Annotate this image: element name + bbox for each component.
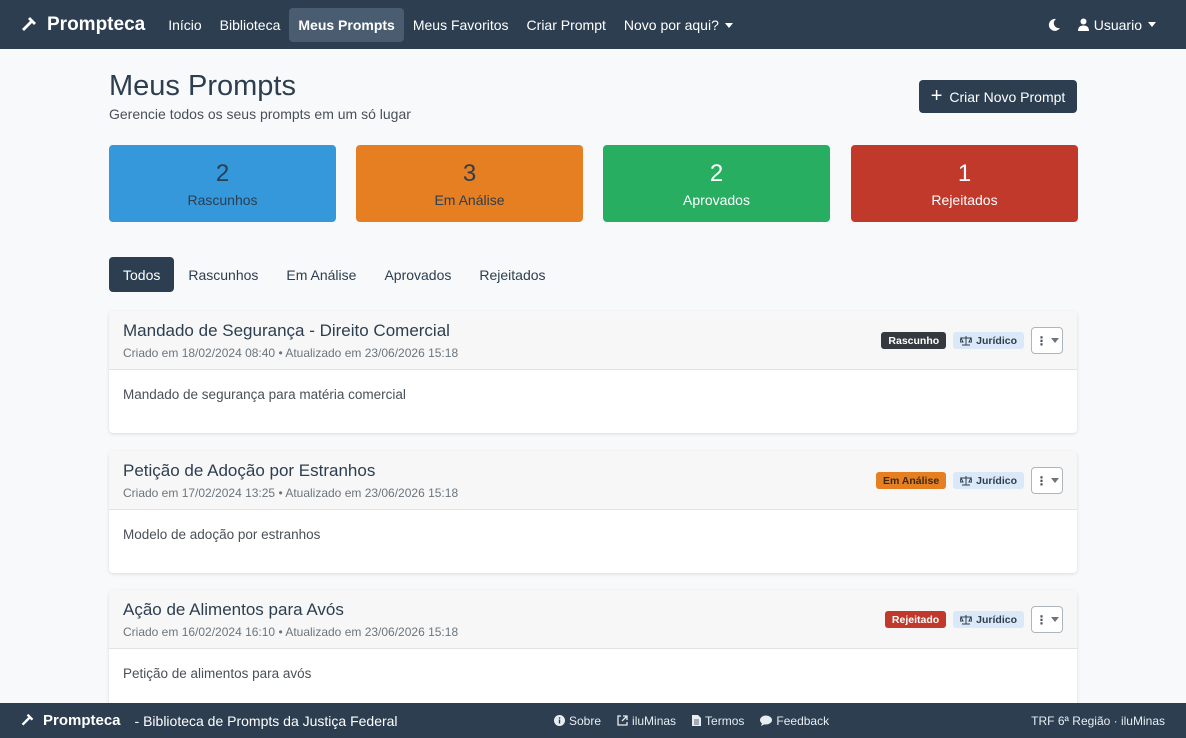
footer-link-label: Sobre — [569, 713, 602, 728]
stat-card-review: 3 Em Análise — [356, 145, 583, 222]
footer-link-label: Termos — [705, 713, 745, 728]
prompt-dates: Criado em 16/02/2024 16:10 • Atualizado … — [123, 625, 459, 639]
category-label: Jurídico — [976, 474, 1017, 487]
chevron-down-icon — [1050, 478, 1059, 483]
stat-label: Em Análise — [434, 192, 505, 208]
nav-inicio[interactable]: Início — [159, 8, 210, 42]
stat-value: 2 — [215, 160, 230, 187]
chevron-down-icon — [1050, 617, 1059, 622]
chevron-down-icon — [1050, 338, 1059, 343]
stat-label: Rejeitados — [931, 192, 998, 208]
hammer-icon — [21, 713, 34, 726]
chevron-down-icon — [1148, 22, 1156, 27]
document-icon — [692, 715, 702, 726]
plus-icon: + — [930, 84, 943, 107]
prompt-title[interactable]: Petição de Adoção por Estranhos — [123, 461, 375, 481]
footer-brand[interactable]: Prompteca — [20, 712, 121, 729]
footer-credits: TRF 6ª Região · iluMinas — [1031, 713, 1165, 728]
nav-biblioteca[interactable]: Biblioteca — [211, 8, 290, 42]
footer-link-sobre[interactable]: Sobre — [554, 714, 601, 728]
top-navbar: Prompteca Início Biblioteca Meus Prompts… — [0, 0, 1186, 49]
prompt-card: Ação de Alimentos para Avós Criado em 16… — [109, 590, 1077, 712]
footer-bar: Prompteca - Biblioteca de Prompts da Jus… — [0, 703, 1186, 738]
status-tabs: Todos Rascunhos Em Análise Aprovados Rej… — [109, 257, 560, 292]
page-title: Meus Prompts — [109, 70, 296, 102]
scale-icon — [960, 614, 973, 624]
prompt-title[interactable]: Ação de Alimentos para Avós — [123, 600, 344, 620]
nav-criar-prompt[interactable]: Criar Prompt — [518, 8, 615, 42]
prompt-card: Mandado de Segurança - Direito Comercial… — [109, 311, 1077, 433]
prompt-description: Mandado de segurança para matéria comerc… — [123, 387, 406, 402]
prompt-actions-dropdown[interactable]: ⋮ — [1031, 327, 1063, 354]
more-vertical-icon: ⋮ — [1035, 473, 1048, 488]
stat-card-drafts: 2 Rascunhos — [109, 145, 336, 222]
prompt-actions-dropdown[interactable]: ⋮ — [1031, 606, 1063, 633]
footer-link-ilumin[interactable]: iluMinas — [617, 714, 676, 728]
stat-label: Rascunhos — [187, 192, 258, 208]
status-badge: Rejeitado — [884, 611, 947, 628]
prompt-actions-dropdown[interactable]: ⋮ — [1031, 467, 1063, 494]
footer-tagline: - Biblioteca de Prompts da Justiça Feder… — [134, 712, 398, 729]
stat-card-rejected: 1 Rejeitados — [851, 145, 1078, 222]
user-menu-dropdown[interactable]: Usuario — [1077, 17, 1166, 33]
chevron-down-icon — [724, 23, 733, 29]
nav-meus-favoritos[interactable]: Meus Favoritos — [404, 8, 518, 42]
create-button-label: Criar Novo Prompt — [949, 88, 1066, 105]
brand-name: Prompteca — [47, 13, 146, 35]
tab-rascunhos[interactable]: Rascunhos — [174, 257, 272, 292]
nav-novo-por-aqui-dropdown[interactable]: Novo por aqui? — [615, 8, 742, 42]
info-icon — [554, 715, 565, 726]
tab-todos[interactable]: Todos — [109, 257, 175, 292]
create-new-prompt-button[interactable]: + Criar Novo Prompt — [919, 80, 1077, 113]
category-label: Jurídico — [976, 613, 1017, 626]
prompt-card-header: Mandado de Segurança - Direito Comercial… — [109, 311, 1077, 370]
prompt-dates: Criado em 18/02/2024 08:40 • Atualizado … — [123, 346, 459, 360]
more-vertical-icon: ⋮ — [1035, 612, 1048, 627]
stat-label: Aprovados — [683, 192, 750, 208]
more-vertical-icon: ⋮ — [1035, 333, 1048, 348]
tab-em-analise[interactable]: Em Análise — [272, 257, 370, 292]
footer-link-feedback[interactable]: Feedback — [760, 714, 829, 728]
tab-aprovados[interactable]: Aprovados — [370, 257, 465, 292]
footer-link-termos[interactable]: Termos — [692, 714, 744, 728]
user-name: Usuario — [1093, 16, 1142, 33]
footer-link-label: iluMinas — [632, 713, 677, 728]
prompt-card-header: Ação de Alimentos para Avós Criado em 16… — [109, 590, 1077, 649]
tab-rejeitados[interactable]: Rejeitados — [465, 257, 559, 292]
stat-value: 1 — [957, 160, 972, 187]
brand-link[interactable]: Prompteca — [20, 14, 145, 36]
scale-icon — [960, 335, 973, 345]
nav-novo-label: Novo por aqui? — [623, 16, 719, 33]
status-badge: Em Análise — [875, 472, 947, 489]
prompt-card: Petição de Adoção por Estranhos Criado e… — [109, 451, 1077, 573]
category-badge: Jurídico — [953, 332, 1024, 349]
stat-card-approved: 2 Aprovados — [603, 145, 830, 222]
nav-meus-prompts[interactable]: Meus Prompts — [289, 7, 404, 42]
dark-mode-toggle[interactable] — [1047, 18, 1061, 32]
category-badge: Jurídico — [953, 472, 1024, 489]
prompt-title[interactable]: Mandado de Segurança - Direito Comercial — [123, 321, 450, 341]
prompt-card-header: Petição de Adoção por Estranhos Criado e… — [109, 451, 1077, 510]
prompt-description: Modelo de adoção por estranhos — [123, 527, 321, 542]
footer-link-label: Feedback — [776, 713, 830, 728]
footer-brand-name: Prompteca — [43, 712, 121, 729]
category-badge: Jurídico — [953, 611, 1024, 628]
user-icon — [1077, 18, 1089, 31]
scale-icon — [960, 475, 973, 485]
hammer-icon — [22, 16, 36, 31]
status-badge: Rascunho — [881, 332, 947, 349]
moon-icon — [1048, 18, 1060, 31]
stat-value: 3 — [462, 160, 477, 187]
stat-value: 2 — [709, 160, 724, 187]
category-label: Jurídico — [976, 334, 1017, 347]
comment-icon — [760, 715, 773, 726]
external-link-icon — [617, 715, 628, 726]
page-subtitle: Gerencie todos os seus prompts em um só … — [109, 106, 411, 122]
prompt-dates: Criado em 17/02/2024 13:25 • Atualizado … — [123, 486, 459, 500]
